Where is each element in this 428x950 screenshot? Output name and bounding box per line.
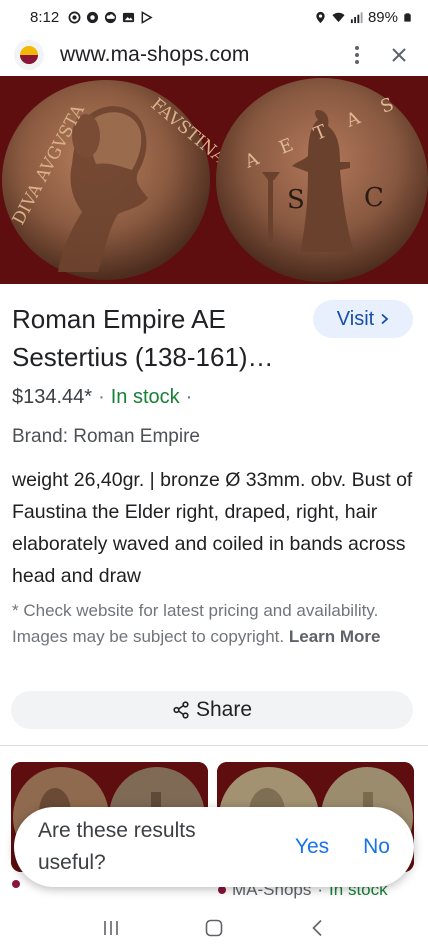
url-bar: www.ma-shops.com — [0, 34, 428, 76]
share-button[interactable]: Share — [11, 691, 413, 729]
recents-button[interactable] — [96, 913, 126, 943]
status-left: 8:12 — [30, 9, 153, 26]
reverse-s: S — [287, 185, 305, 215]
separator: · — [185, 386, 193, 408]
stock-status: In stock — [110, 386, 180, 408]
back-button[interactable] — [302, 913, 332, 943]
product-description: weight 26,40gr. | bronze Ø 33mm. obv. Bu… — [12, 469, 413, 587]
reverse-c: C — [364, 183, 384, 213]
brand: Brand: Roman Empire — [12, 426, 200, 447]
close-icon — [392, 48, 406, 62]
wifi-icon — [332, 12, 345, 22]
back-icon — [312, 919, 322, 936]
price: $134.44* — [12, 386, 93, 408]
play-icon — [141, 10, 153, 24]
share-icon — [173, 701, 189, 719]
url-text[interactable]: www.ma-shops.com — [60, 43, 330, 67]
related-card-meta — [12, 880, 20, 888]
share-label: Share — [195, 698, 253, 721]
more-vert-button[interactable] — [342, 40, 372, 70]
status-time: 8:12 — [30, 8, 60, 26]
feedback-actions: Yes No — [295, 835, 390, 859]
home-icon — [205, 919, 223, 936]
chevron-right-icon — [381, 313, 389, 325]
recents-icon — [104, 920, 119, 935]
visit-button[interactable]: Visit — [313, 300, 413, 338]
feedback-prompt: Are these results useful? Yes No — [14, 807, 414, 887]
feedback-yes-button[interactable]: Yes — [295, 835, 329, 859]
gallery-icon — [123, 12, 135, 22]
more-vert-icon — [355, 46, 359, 64]
location-icon — [316, 11, 325, 23]
site-favicon[interactable] — [14, 40, 44, 70]
status-right: 89% — [314, 9, 412, 26]
separator: · — [98, 386, 105, 408]
nav-bar — [0, 905, 428, 950]
feedback-no-button[interactable]: No — [363, 835, 390, 859]
price-row: $134.44* · In stock · — [12, 386, 192, 409]
chrome-icon — [87, 11, 99, 23]
record-icon — [68, 11, 81, 23]
signal-icon — [350, 11, 363, 23]
cloud-icon — [105, 11, 117, 23]
learn-more-link[interactable]: Learn More — [289, 627, 381, 646]
status-bar: 8:12 89% — [0, 0, 428, 34]
product-image[interactable]: DIVA AVGVSTA FAVSTINA AETAS S C — [0, 76, 428, 284]
home-button[interactable] — [199, 913, 229, 943]
disclaimer: * Check website for latest pricing and a… — [12, 598, 412, 649]
coin-image: DIVA AVGVSTA FAVSTINA AETAS S C — [0, 76, 428, 284]
source-favicon-icon — [218, 886, 226, 894]
visit-label: Visit — [336, 307, 375, 330]
divider — [0, 745, 428, 746]
close-button[interactable] — [384, 40, 414, 70]
product-title: Roman Empire AE Sestertius (138-161)… — [12, 304, 274, 372]
battery-icon — [404, 12, 411, 22]
feedback-question: Are these results useful? — [38, 819, 196, 874]
source-favicon-icon — [12, 880, 20, 888]
ma-shops-logo-icon — [20, 46, 38, 64]
battery-level: 89% — [367, 8, 398, 26]
